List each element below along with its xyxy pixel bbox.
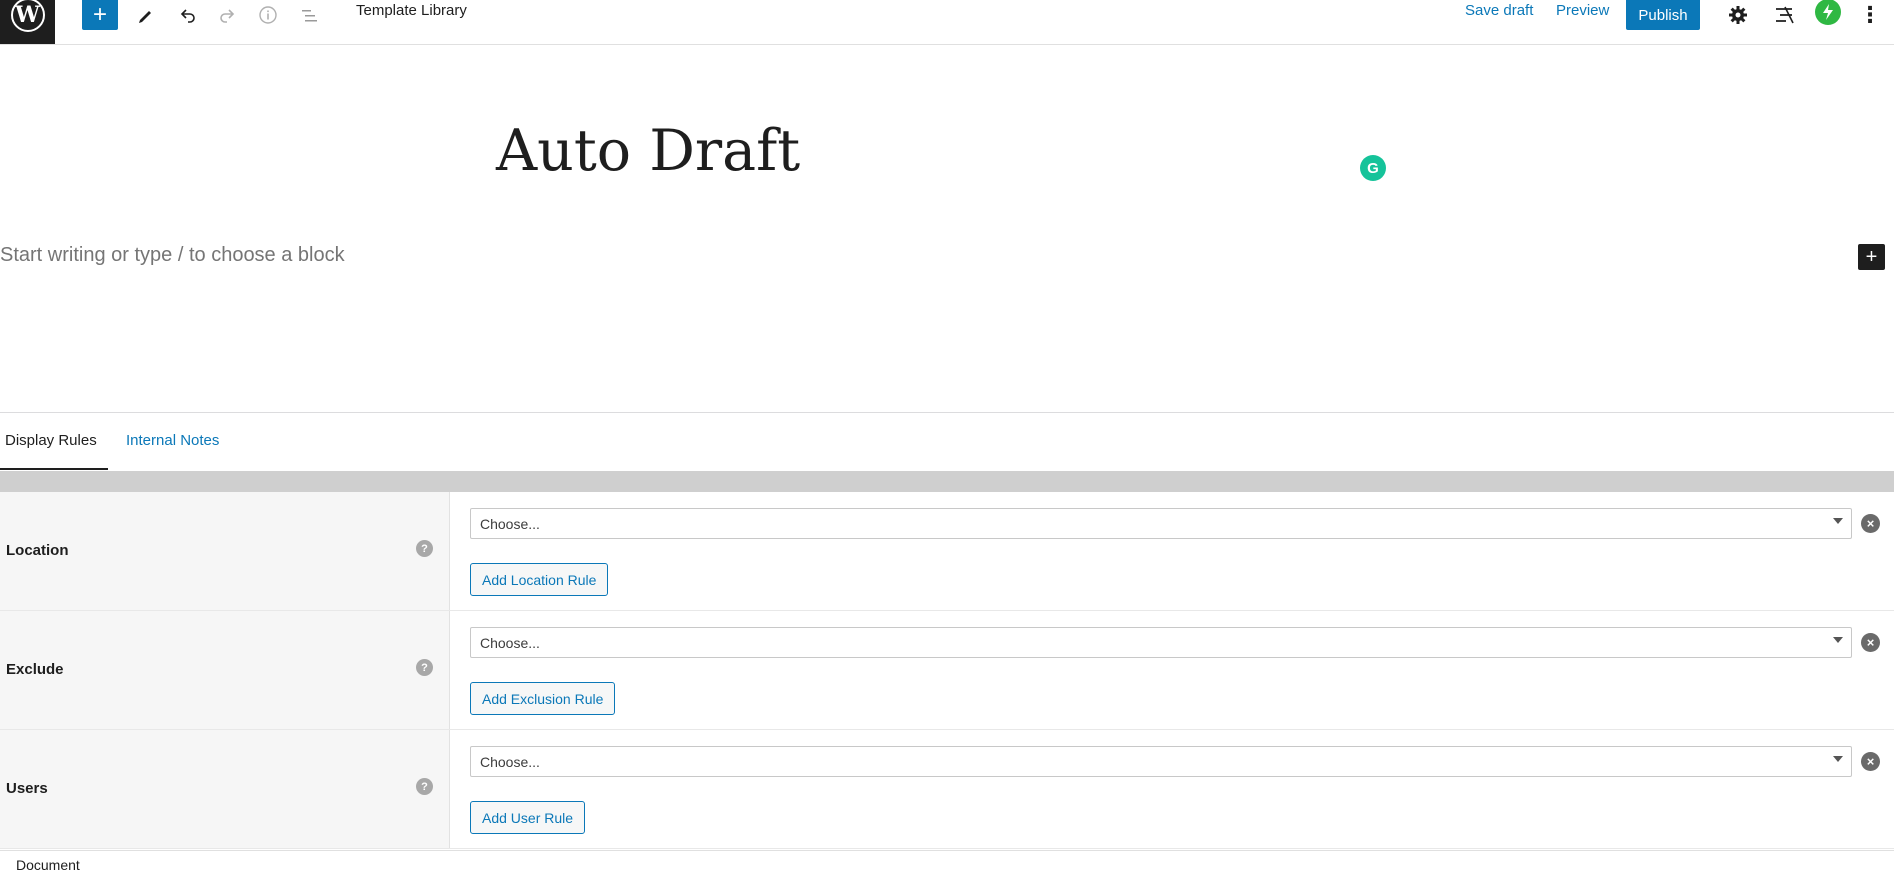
rule-label: Users (6, 780, 48, 797)
jetpack-button[interactable] (1814, 0, 1842, 30)
details-button[interactable] (254, 0, 282, 30)
rule-row-exclude: Exclude ? Choose... × Add Exclusion Rule (0, 611, 1894, 730)
list-view-button[interactable] (295, 0, 323, 30)
rule-row-users: Users ? Choose... × Add User Rule (0, 730, 1894, 849)
options-button[interactable]: ⋮ (1856, 0, 1884, 30)
close-icon[interactable]: × (1861, 752, 1880, 771)
help-icon[interactable]: ? (416, 659, 433, 676)
wordpress-logo-icon[interactable]: W (0, 0, 55, 44)
users-select[interactable]: Choose... (470, 746, 1852, 777)
grammarly-icon[interactable]: G (1360, 155, 1386, 181)
block-inserter-button[interactable]: + (82, 0, 118, 30)
select-value: Choose... (480, 516, 540, 532)
select-value: Choose... (480, 754, 540, 770)
rule-label: Exclude (6, 661, 64, 678)
add-location-rule-button[interactable]: Add Location Rule (470, 563, 609, 596)
exclude-select[interactable]: Choose... (470, 627, 1852, 658)
help-icon[interactable]: ? (416, 540, 433, 557)
rule-label-cell: Location ? (0, 492, 450, 610)
gear-icon (1729, 6, 1747, 24)
chevron-down-icon (1833, 518, 1843, 524)
more-vertical-icon: ⋮ (1859, 2, 1881, 27)
redo-button[interactable] (213, 0, 241, 30)
plus-icon: + (1865, 245, 1878, 268)
close-icon[interactable]: × (1861, 633, 1880, 652)
redo-icon (220, 9, 235, 23)
tools-edit-button[interactable] (132, 0, 160, 30)
block-placeholder[interactable]: Start writing or type / to choose a bloc… (0, 244, 345, 267)
editor-header: W + Template Library Save draft Preview … (0, 0, 1894, 45)
select-value: Choose... (480, 635, 540, 651)
undo-icon (180, 9, 195, 23)
rule-label-cell: Exclude ? (0, 611, 450, 729)
rule-row-location: Location ? Choose... × Add Location Rule (0, 492, 1894, 611)
chevron-down-icon (1833, 756, 1843, 762)
info-icon (259, 6, 277, 24)
publish-button[interactable]: Publish (1626, 0, 1700, 30)
performance-tools-button[interactable] (1770, 0, 1798, 30)
close-icon[interactable]: × (1861, 514, 1880, 533)
metabox-tabs: Display Rules Internal Notes (0, 413, 1894, 471)
undo-button[interactable] (174, 0, 202, 30)
settings-button[interactable] (1724, 0, 1752, 30)
pencil-icon (139, 11, 151, 23)
breadcrumb-document[interactable]: Document (16, 857, 80, 873)
rule-label-cell: Users ? (0, 730, 450, 848)
tab-internal-notes[interactable]: Internal Notes (126, 432, 219, 449)
tools-icon (1776, 6, 1794, 24)
active-tab-indicator (0, 468, 108, 470)
help-icon[interactable]: ? (416, 778, 433, 795)
wordpress-logo-mark: W (10, 0, 45, 32)
add-block-button[interactable]: + (1858, 244, 1885, 270)
tab-display-rules[interactable]: Display Rules (5, 432, 97, 449)
document-title[interactable]: Template Library (356, 2, 467, 19)
bolt-icon (1815, 0, 1841, 25)
divider (0, 471, 1894, 492)
rule-label: Location (6, 542, 69, 559)
post-title[interactable]: Auto Draft (496, 118, 800, 184)
add-user-rule-button[interactable]: Add User Rule (470, 801, 586, 834)
save-draft-button[interactable]: Save draft (1465, 2, 1533, 19)
list-view-icon (302, 10, 317, 22)
chevron-down-icon (1833, 637, 1843, 643)
plus-icon: + (92, 1, 107, 28)
display-rules-metabox: Display Rules Internal Notes Location ? … (0, 412, 1894, 850)
preview-button[interactable]: Preview (1556, 2, 1609, 19)
location-select[interactable]: Choose... (470, 508, 1852, 539)
block-breadcrumb: Document (0, 850, 1894, 874)
add-exclusion-rule-button[interactable]: Add Exclusion Rule (470, 682, 616, 715)
